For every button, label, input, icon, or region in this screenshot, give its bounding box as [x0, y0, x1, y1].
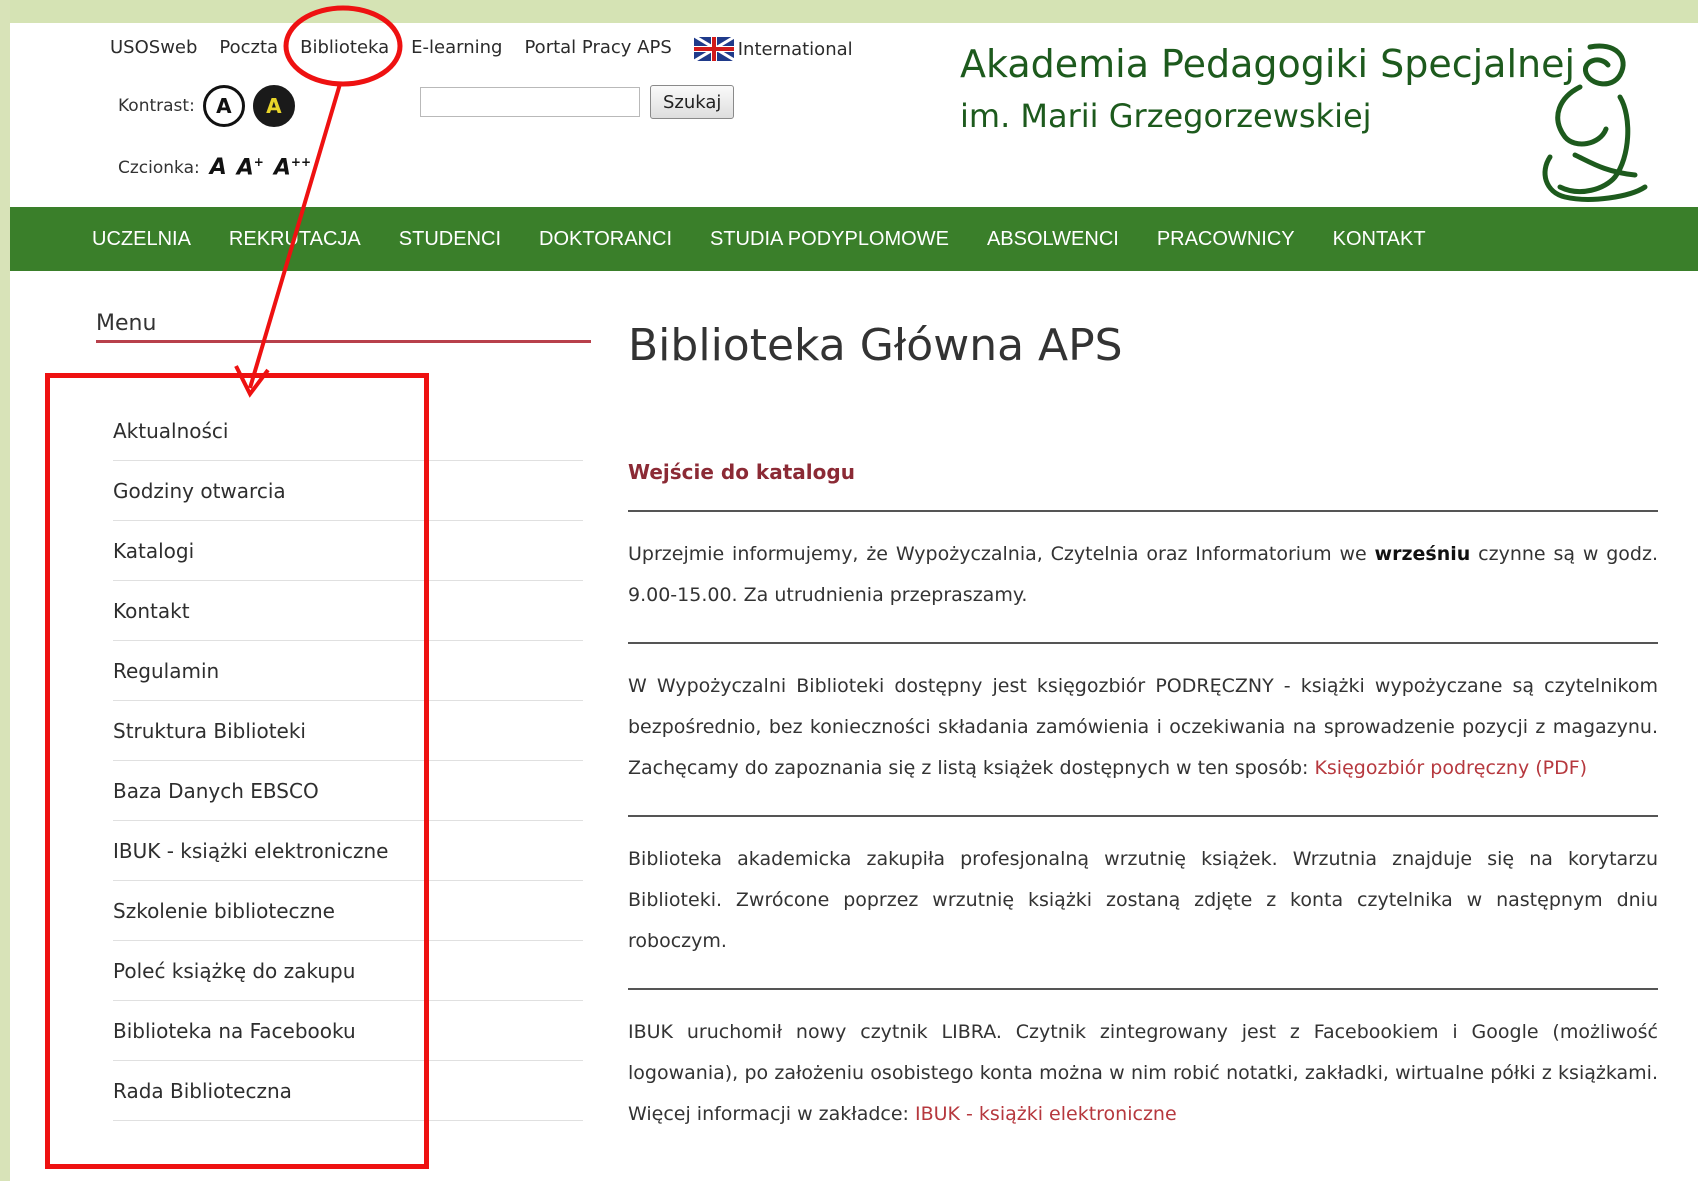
- notice-hours-text-a: Uprzejmie informujemy, że Wypożyczalnia,…: [628, 543, 1375, 565]
- sidebar-title: Menu: [96, 311, 157, 336]
- top-links: USOSweb Poczta Biblioteka E-learning Por…: [110, 37, 853, 61]
- font-xlarge-sup: ++: [290, 155, 311, 169]
- aps-logo-icon: [1542, 43, 1648, 202]
- font-size-control: Czcionka: A A+ A++: [118, 155, 311, 180]
- window-top-frame: [0, 0, 1698, 23]
- search-input[interactable]: [420, 87, 640, 117]
- nav-uczelnia[interactable]: UCZELNIA: [92, 228, 191, 251]
- nav-studia-podyplomowe[interactable]: STUDIA PODYPLOMOWE: [710, 228, 949, 251]
- notice-reference-collection: W Wypożyczalni Biblioteki dostępny jest …: [628, 666, 1658, 789]
- divider: [628, 642, 1658, 644]
- font-large-glyph: A: [236, 155, 254, 181]
- font-large-button[interactable]: A+: [237, 155, 264, 180]
- sidebar-title-rule: [96, 340, 591, 343]
- notice-hours-month: wrześniu: [1374, 543, 1471, 565]
- nav-doktoranci[interactable]: DOKTORANCI: [539, 228, 672, 251]
- divider: [628, 815, 1658, 817]
- notice-hours: Uprzejmie informujemy, że Wypożyczalnia,…: [628, 534, 1658, 616]
- font-normal-button[interactable]: A: [210, 155, 227, 180]
- brand-name: Akademia Pedagogiki Specjalnej: [960, 42, 1576, 86]
- font-xlarge-glyph: A: [273, 155, 291, 181]
- link-elearning[interactable]: E-learning: [411, 37, 502, 61]
- search-button[interactable]: Szukaj: [650, 85, 735, 119]
- nav-kontakt[interactable]: KONTAKT: [1333, 228, 1426, 251]
- annotation-highlight-box: [45, 373, 429, 1169]
- font-normal-glyph: A: [209, 155, 227, 181]
- font-size-label: Czcionka:: [118, 157, 200, 178]
- notice-ibuk: IBUK uruchomił nowy czytnik LIBRA. Czytn…: [628, 1012, 1658, 1135]
- contrast-normal-button[interactable]: A: [202, 85, 245, 127]
- link-international[interactable]: International: [693, 37, 853, 61]
- font-xlarge-button[interactable]: A++: [274, 155, 311, 180]
- contrast-high-button[interactable]: A: [252, 85, 295, 127]
- catalog-link[interactable]: Wejście do katalogu: [628, 460, 1658, 484]
- nav-rekrutacja[interactable]: REKRUTACJA: [229, 228, 361, 251]
- nav-pracownicy[interactable]: PRACOWNICY: [1157, 228, 1295, 251]
- ibuk-link[interactable]: IBUK - książki elektroniczne: [915, 1103, 1177, 1125]
- link-biblioteka[interactable]: Biblioteka: [300, 37, 389, 61]
- window-left-frame: [0, 0, 10, 1181]
- main-nav: UCZELNIA REKRUTACJA STUDENCI DOKTORANCI …: [10, 207, 1698, 271]
- brand: Akademia Pedagogiki Specjalnej im. Marii…: [960, 41, 1575, 139]
- link-poczta[interactable]: Poczta: [219, 37, 278, 61]
- search-form: Szukaj: [420, 85, 735, 119]
- contrast-control: Kontrast: A A: [118, 85, 295, 127]
- page-title: Biblioteka Główna APS: [628, 320, 1123, 371]
- uk-flag-icon: [693, 37, 734, 61]
- font-large-sup: +: [253, 155, 264, 169]
- nav-absolwenci[interactable]: ABSOLWENCI: [987, 228, 1119, 251]
- main-content: Biblioteka Główna APS Wejście do katalog…: [628, 318, 1658, 1135]
- reference-collection-link[interactable]: Księgozbiór podręczny (PDF): [1314, 757, 1587, 779]
- link-usosweb[interactable]: USOSweb: [110, 37, 197, 61]
- divider: [628, 510, 1658, 512]
- brand-subname: im. Marii Grzegorzewskiej: [960, 97, 1372, 135]
- nav-studenci[interactable]: STUDENCI: [399, 228, 501, 251]
- contrast-label: Kontrast:: [118, 96, 195, 116]
- link-portal-pracy[interactable]: Portal Pracy APS: [524, 37, 671, 61]
- divider: [628, 988, 1658, 990]
- link-international-label: International: [737, 38, 853, 60]
- notice-book-drop: Biblioteka akademicka zakupiła profesjon…: [628, 848, 1658, 952]
